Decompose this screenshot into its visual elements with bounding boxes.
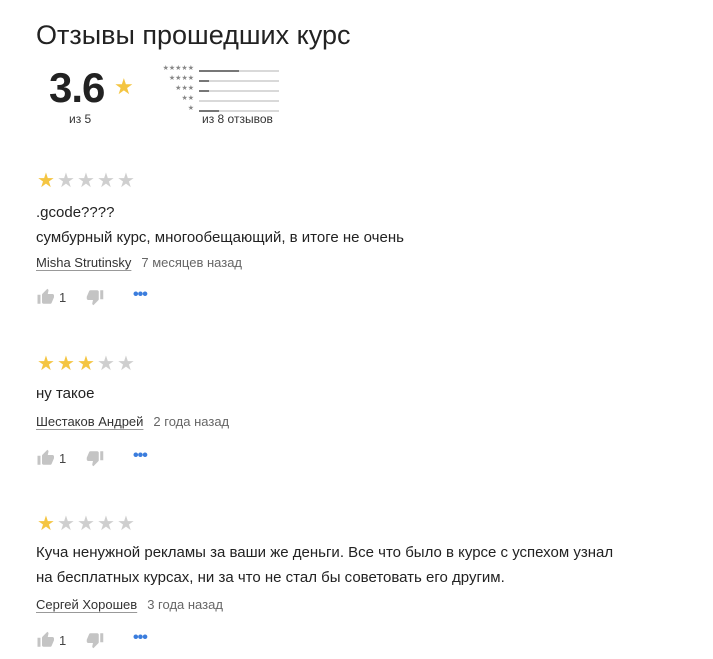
histogram-row-3: ★★★ <box>152 85 282 95</box>
thumbs-down-icon[interactable] <box>86 288 104 306</box>
average-star-icon: ★ <box>114 74 134 99</box>
histogram-stars-label: ★★★ <box>175 85 194 92</box>
review-text-line: .gcode???? <box>36 204 115 221</box>
star-empty-icon: ★ <box>77 513 95 535</box>
histogram-fill <box>199 80 209 82</box>
histogram-stars-label: ★★★★★ <box>162 65 194 72</box>
star-empty-icon: ★ <box>97 170 115 192</box>
star-empty-icon: ★ <box>117 353 135 375</box>
review-text-line: сумбурный курс, многообещающий, в итоге … <box>36 229 404 246</box>
histogram-stars-label: ★★ <box>181 95 194 102</box>
review-text: .gcode???? сумбурный курс, многообещающи… <box>36 200 696 250</box>
out-of-label: из 5 <box>69 112 92 126</box>
more-dots-icon[interactable]: ••• <box>133 287 148 303</box>
histogram-track <box>199 80 279 82</box>
review-text: ну такое <box>36 381 696 406</box>
star-filled-icon: ★ <box>77 353 95 375</box>
star-empty-icon: ★ <box>97 513 115 535</box>
review-actions: 1 ••• <box>36 630 196 651</box>
review-time: 2 года назад <box>153 414 230 429</box>
like-count: 1 <box>59 451 67 466</box>
thumbs-down-icon[interactable] <box>86 449 104 467</box>
star-empty-icon: ★ <box>117 170 135 192</box>
histogram-stars-label: ★★★★ <box>168 75 194 82</box>
review-count: из 8 отзывов <box>202 112 273 126</box>
rating-histogram: ★★★★★ ★★★★ ★★★ ★★ ★ <box>152 65 282 116</box>
review-rating-stars: ★ ★ ★ ★ ★ <box>36 514 136 534</box>
thumbs-up-icon[interactable] <box>36 631 54 649</box>
star-empty-icon: ★ <box>77 170 95 192</box>
review-author-link[interactable]: Misha Strutinsky <box>36 255 131 270</box>
histogram-track <box>199 100 279 102</box>
review-text: Куча ненужной рекламы за ваши же деньги.… <box>36 540 696 590</box>
histogram-row-4: ★★★★ <box>152 75 282 85</box>
star-filled-icon: ★ <box>37 513 55 535</box>
review-author-link[interactable]: Шестаков Андрей <box>36 414 143 429</box>
more-dots-icon[interactable]: ••• <box>133 630 148 646</box>
histogram-fill <box>199 70 239 72</box>
review-actions: 1 ••• <box>36 287 196 308</box>
histogram-track <box>199 70 279 72</box>
review-text-line: Куча ненужной рекламы за ваши же деньги.… <box>36 544 614 561</box>
star-filled-icon: ★ <box>37 170 55 192</box>
star-empty-icon: ★ <box>97 353 115 375</box>
review-rating-stars: ★ ★ ★ ★ ★ <box>36 171 136 191</box>
review-time: 7 месяцев назад <box>141 255 243 270</box>
star-empty-icon: ★ <box>57 170 75 192</box>
histogram-track <box>199 90 279 92</box>
review-meta: Misha Strutinsky 7 месяцев назад <box>36 255 242 270</box>
star-filled-icon: ★ <box>57 353 75 375</box>
thumbs-down-icon[interactable] <box>86 631 104 649</box>
review-text-line: ну такое <box>36 385 95 402</box>
histogram-fill <box>199 90 209 92</box>
rating-summary: 3.6 ★ из 5 ★★★★★ ★★★★ ★★★ ★★ ★ из 8 отзы… <box>36 62 336 132</box>
histogram-stars-label: ★ <box>187 105 194 112</box>
like-count: 1 <box>59 290 67 305</box>
thumbs-up-icon[interactable] <box>36 288 54 306</box>
review-meta: Сергей Хорошев 3 года назад <box>36 597 223 612</box>
star-empty-icon: ★ <box>57 513 75 535</box>
star-empty-icon: ★ <box>117 513 135 535</box>
review-author-link[interactable]: Сергей Хорошев <box>36 597 137 612</box>
average-rating: 3.6 <box>49 64 105 111</box>
review-time: 3 года назад <box>147 597 223 612</box>
like-count: 1 <box>59 633 67 648</box>
star-filled-icon: ★ <box>37 353 55 375</box>
histogram-row-2: ★★ <box>152 95 282 105</box>
more-dots-icon[interactable]: ••• <box>133 448 148 464</box>
review-actions: 1 ••• <box>36 448 196 469</box>
page-title: Отзывы прошедших курс <box>36 20 351 50</box>
thumbs-up-icon[interactable] <box>36 449 54 467</box>
review-text-line: на бесплатных курсах, ни за что не стал … <box>36 569 505 586</box>
review-meta: Шестаков Андрей 2 года назад <box>36 414 229 429</box>
review-rating-stars: ★ ★ ★ ★ ★ <box>36 354 136 374</box>
